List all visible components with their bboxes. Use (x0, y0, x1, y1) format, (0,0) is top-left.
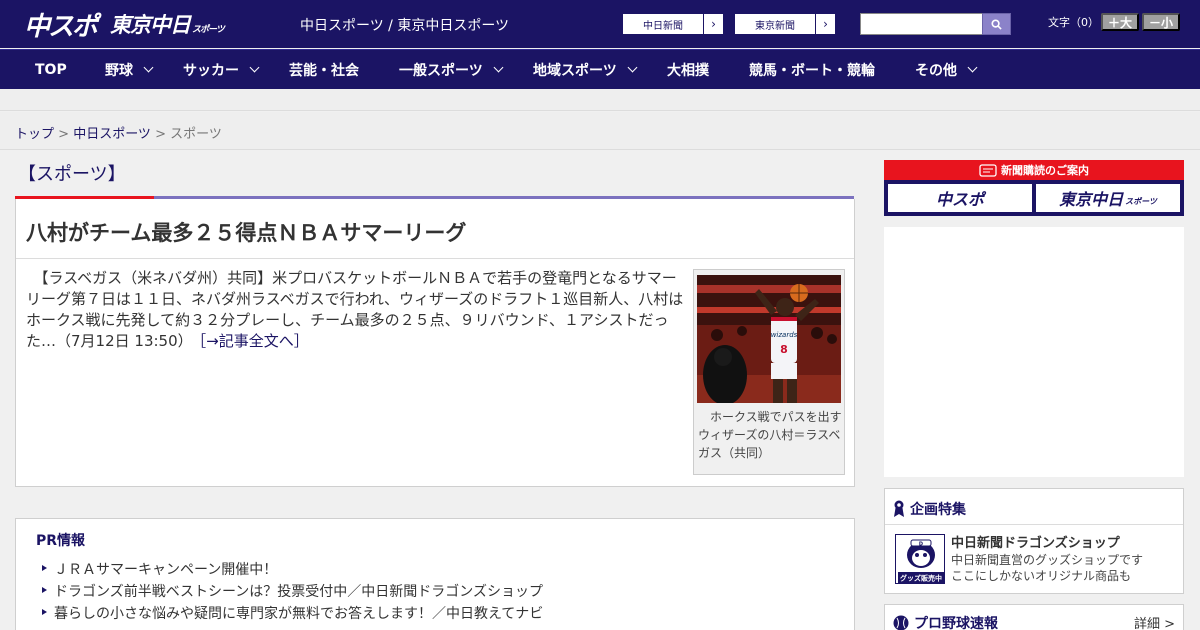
breadcrumb-bar: トップ > 中日スポーツ > スポーツ (0, 112, 1200, 150)
article-summary: 【ラスベガス（米ネバダ州）共同】米プロバスケットボールＮＢＡで若手の登竜門となる… (26, 268, 686, 352)
baseball-icon (893, 615, 909, 630)
nav-item-top[interactable]: TOP (35, 50, 67, 90)
article-divider (16, 258, 854, 259)
nav-item-local-sports[interactable]: 地域スポーツ (533, 50, 638, 90)
subscribe-tokyo-chunichi-button[interactable]: 東京中日 スポーツ (1036, 184, 1180, 212)
chunichi-shimbun-label: 中日新聞 (643, 20, 683, 32)
chevron-down-icon (967, 62, 978, 73)
chuspo-logo[interactable]: 中スポ (24, 7, 98, 42)
baseball-live-title: プロ野球速報 (893, 613, 998, 630)
breadcrumb-separator: > (150, 127, 171, 142)
feature-title-text: 企画特集 (910, 502, 966, 518)
dragons-shop-description: 中日新聞直営のグッズショップです ここにしかないオリジナル商品も (951, 552, 1143, 584)
nav-label: 競馬・ボート・競輪 (749, 63, 875, 79)
newspaper-icon (979, 163, 997, 177)
header-site-title: 中日スポーツ / 東京中日スポーツ (300, 18, 510, 34)
subscription-banner-header: 新聞購読のご案内 (884, 160, 1184, 180)
breadcrumb-parent-link[interactable]: 中日スポーツ (73, 127, 151, 142)
nav-label: 一般スポーツ (399, 63, 483, 79)
feature-section: 企画特集 D グッズ販売中 中日新聞ドラゴンズショップ 中日新聞直営のグッズショ… (884, 488, 1184, 594)
section-heading: 【スポーツ】 (18, 164, 126, 185)
nav-item-entertainment[interactable]: 芸能・社会 (289, 50, 359, 90)
chevron-down-icon (493, 62, 504, 73)
nav-label: TOP (35, 62, 67, 78)
nav-label: 野球 (105, 63, 133, 79)
search-input[interactable] (860, 13, 984, 35)
tokyo-logo-sub: スポーツ (192, 25, 225, 35)
tokyo-chunichi-logo[interactable]: 東京中日 スポーツ (110, 7, 225, 41)
pr-title: PR情報 (36, 533, 86, 549)
chevron-down-icon (249, 62, 260, 73)
shop-desc-line: ここにしかないオリジナル商品も (951, 569, 1132, 583)
chevron-down-icon (143, 62, 154, 73)
feature-title: 企画特集 (893, 499, 966, 519)
feature-divider (885, 524, 1183, 525)
nav-label: 芸能・社会 (289, 63, 359, 79)
nav-item-soccer[interactable]: サッカー (183, 50, 260, 90)
font-size-label: 文字（0） (1048, 16, 1099, 29)
tokyo-shimbun-link[interactable]: 東京新聞 › (734, 13, 836, 35)
subscribe-chuspo-button[interactable]: 中スポ (888, 184, 1032, 212)
photo-caption: ホークス戦でパスを出すウィザーズの八村＝ラスベガス（共同） (698, 410, 842, 460)
shop-badge-text: グッズ販売中 (900, 574, 942, 583)
chevron-down-icon (627, 62, 638, 73)
pr-link[interactable]: ドラゴンズ前半戦ベストシーンは？投票受付中／中日新聞ドラゴンズショップ (41, 581, 543, 601)
read-full-article-link[interactable]: ［→記事全文へ］ (199, 332, 309, 350)
basketball-photo-illustration: wizards 8 (697, 275, 841, 403)
pr-section: PR情報 ＪＲＡサマーキャンペーン開催中！ ドラゴンズ前半戦ベストシーンは？投票… (15, 518, 855, 630)
nav-label: 地域スポーツ (533, 63, 617, 79)
baseball-live-title-text: プロ野球速報 (914, 616, 998, 630)
article-photo-frame: wizards 8 ホークス戦でパスを出すウィザーズの八村＝ラスベガス（共同） (693, 269, 845, 475)
chevron-right-icon: › (815, 14, 835, 34)
subscription-title: 新聞購読のご案内 (1001, 164, 1089, 177)
subscribe-tokyo-sub: スポーツ (1125, 197, 1157, 206)
svg-text:D: D (919, 542, 923, 548)
jersey-text: wizards (771, 331, 798, 339)
nav-label: 大相撲 (667, 63, 709, 79)
shop-desc-line: 中日新聞直営のグッズショップです (951, 553, 1144, 567)
article-card: 八村がチーム最多２５得点ＮＢＡサマーリーグ 【ラスベガス（米ネバダ州）共同】米プ… (15, 199, 855, 487)
pr-link[interactable]: ＪＲＡサマーキャンペーン開催中！ (41, 559, 277, 579)
article-title[interactable]: 八村がチーム最多２５得点ＮＢＡサマーリーグ (26, 217, 466, 247)
tokyo-shimbun-label: 東京新聞 (755, 20, 795, 32)
ad-slot[interactable] (884, 227, 1184, 477)
search-icon (991, 18, 1002, 30)
nav-item-general-sports[interactable]: 一般スポーツ (399, 50, 504, 90)
pr-link[interactable]: 暮らしの小さな悩みや疑問に専門家が無料でお答えします！／中日教えてナビ (41, 603, 543, 623)
nav-item-other[interactable]: その他 (915, 50, 978, 90)
font-size-decrease-button[interactable]: －小 (1142, 13, 1180, 31)
breadcrumb: トップ > 中日スポーツ > スポーツ (15, 123, 222, 142)
article-photo[interactable]: wizards 8 (697, 275, 841, 403)
subscription-banner: 新聞購読のご案内 中スポ 東京中日 スポーツ (884, 160, 1184, 216)
article-summary-text: 【ラスベガス（米ネバダ州）共同】米プロバスケットボールＮＢＡで若手の登竜門となる… (26, 269, 684, 350)
baseball-details-link[interactable]: 詳細 > (1134, 613, 1175, 630)
nav-item-baseball[interactable]: 野球 (105, 50, 154, 90)
baseball-live-section: プロ野球速報 詳細 > (884, 604, 1184, 630)
dragons-mascot-icon: D グッズ販売中 (896, 535, 944, 583)
breadcrumb-separator: > (54, 127, 74, 142)
nav-item-racing[interactable]: 競馬・ボート・競輪 (749, 50, 875, 90)
tokyo-logo-text: 東京中日 (110, 13, 191, 37)
main-nav: TOP 野球 サッカー 芸能・社会 一般スポーツ 地域スポーツ 大相撲 競馬・ボ… (0, 49, 1200, 89)
subscribe-tokyo-text: 東京中日 (1059, 190, 1124, 209)
nav-label: サッカー (183, 63, 239, 79)
breadcrumb-home-link[interactable]: トップ (15, 127, 54, 142)
nav-label: その他 (915, 63, 957, 79)
header-divider-band (0, 89, 1200, 111)
site-header: 中スポ 東京中日 スポーツ 中日スポーツ / 東京中日スポーツ 中日新聞 › 東京… (0, 0, 1200, 48)
chunichi-shimbun-link[interactable]: 中日新聞 › (622, 13, 724, 35)
font-size-increase-button[interactable]: ＋大 (1101, 13, 1139, 31)
dragons-shop-link[interactable]: 中日新聞ドラゴンズショップ (951, 532, 1120, 551)
breadcrumb-current: スポーツ (170, 127, 222, 142)
dragons-shop-thumbnail[interactable]: D グッズ販売中 (895, 534, 945, 584)
ribbon-icon (894, 500, 904, 517)
jersey-number: 8 (780, 343, 788, 356)
nav-item-sumo[interactable]: 大相撲 (667, 50, 709, 90)
search-button[interactable] (982, 13, 1011, 35)
chevron-right-icon: › (703, 14, 723, 34)
